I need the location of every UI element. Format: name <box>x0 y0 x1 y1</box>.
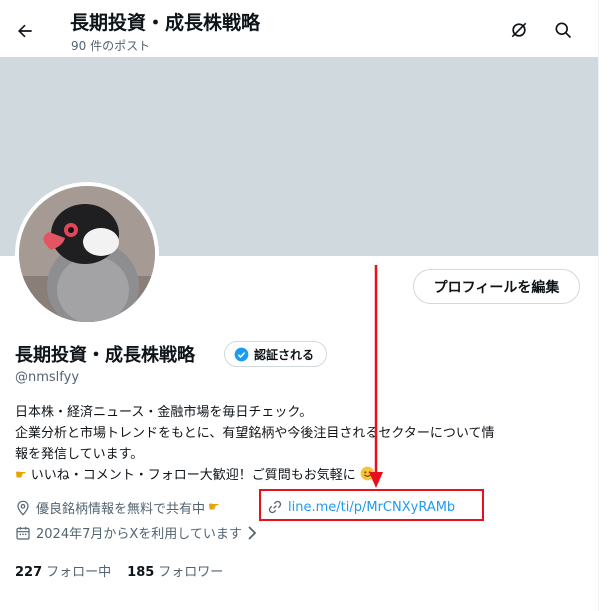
followers-label: フォロワー <box>158 565 224 580</box>
pointing-hand-icon: ☛ <box>15 468 27 483</box>
chevron-right-icon <box>248 525 257 540</box>
location-icon <box>15 500 31 516</box>
edit-profile-button[interactable]: プロフィールを編集 <box>413 269 580 304</box>
following-label: フォロー中 <box>46 565 112 580</box>
annotation-highlight-box <box>259 489 484 521</box>
followers-link[interactable]: 185 フォロワー <box>127 561 223 580</box>
search-button[interactable] <box>552 19 574 41</box>
bio-line: 報を発信しています。 <box>15 447 144 462</box>
back-arrow-icon <box>18 24 32 38</box>
followers-count: 185 <box>127 565 155 580</box>
following-link[interactable]: 227 フォロー中 <box>15 561 111 580</box>
profile-header: 長期投資・成長株戦略 90 件のポスト <box>0 0 598 57</box>
header-title: 長期投資・成長株戦略 <box>70 12 261 34</box>
following-count: 227 <box>15 565 43 580</box>
pointing-hand-icon: ☛ <box>208 500 220 515</box>
location-text: 優良銘柄情報を無料で共有中 <box>36 502 206 517</box>
verified-badge-icon <box>234 347 249 361</box>
verify-label: 認証される <box>254 347 315 362</box>
avatar-bird-image <box>19 186 155 322</box>
get-verified-button[interactable]: 認証される <box>224 341 328 367</box>
back-button[interactable] <box>12 18 38 44</box>
bio-line-with-emoji: ☛ いいね・コメント・フォロー大歓迎！ご質問もお気軽に <box>15 465 585 486</box>
search-icon <box>555 22 572 39</box>
profile-bio: 日本株・経済ニュース・金融市場を毎日チェック。 企業分析と市場トレンドをもとに、… <box>15 402 585 486</box>
smile-emoji-icon <box>360 466 375 481</box>
avatar[interactable] <box>15 182 159 326</box>
column-divider <box>598 0 599 611</box>
joined-text: 2024年7月からXを利用しています <box>36 527 242 542</box>
post-count: 90 件のポスト <box>71 39 151 53</box>
follow-stats: 227 フォロー中 185 フォロワー <box>15 561 223 580</box>
bio-line: いいね・コメント・フォロー大歓迎！ご質問もお気軽に <box>30 468 356 483</box>
profile-handle: @nmslfyy <box>15 370 80 385</box>
location-item: 優良銘柄情報を無料で共有中 ☛ <box>15 498 220 517</box>
bio-line: 日本株・経済ニュース・金融市場を毎日チェック。 <box>15 405 313 420</box>
joined-item[interactable]: 2024年7月からXを利用しています <box>15 523 258 542</box>
bio-line: 企業分析と市場トレンドをもとに、有望銘柄や今後注目されるセクターについて情 <box>15 426 495 441</box>
calendar-icon <box>15 525 31 541</box>
profile-name: 長期投資・成長株戦略 <box>15 345 195 366</box>
grok-icon <box>511 22 527 38</box>
grok-button[interactable] <box>508 19 530 41</box>
